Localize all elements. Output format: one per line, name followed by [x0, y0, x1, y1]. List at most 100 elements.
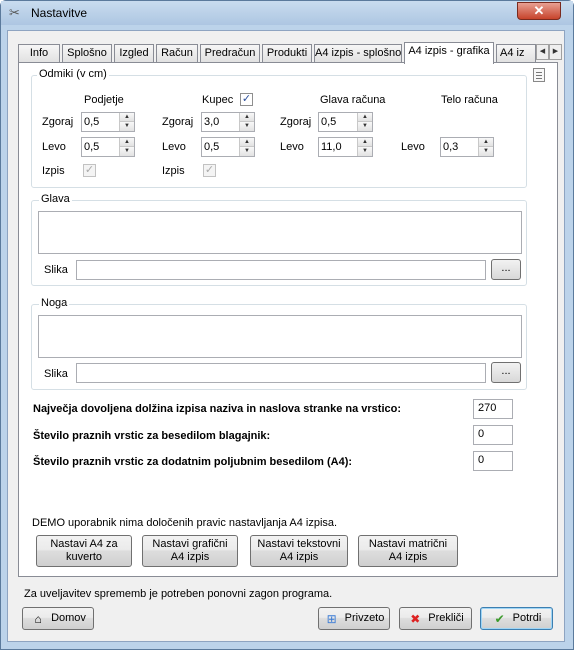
spin-up-icon[interactable]: ▲ — [358, 113, 372, 122]
kupec-izpis-label: Izpis — [162, 165, 185, 177]
demo-notice: DEMO uporabnik nima določenih pravic nas… — [32, 517, 338, 529]
tools-icon: ✂ — [9, 5, 20, 20]
preset-matricni-button[interactable]: Nastavi matrični A4 izpis — [358, 535, 458, 567]
glava-zgoraj-label: Zgoraj — [280, 116, 312, 128]
spin-down-icon[interactable]: ▼ — [240, 122, 254, 131]
glava-levo-spinner[interactable]: ▲▼ — [318, 137, 373, 157]
noga-browse-button[interactable]: ... — [491, 362, 521, 383]
blagajnik-lines-input[interactable]: 0 — [473, 425, 513, 445]
close-button[interactable]: ✕ — [517, 2, 561, 20]
glava-browse-button[interactable]: ... — [491, 259, 521, 280]
podjetje-zgoraj-spinner[interactable]: ▲▼ — [81, 112, 135, 132]
windows-icon: ⊞ — [326, 611, 337, 626]
podjetje-izpis-checkbox[interactable]: ✓ — [83, 164, 96, 177]
preset-kuverto-line1: Nastavi A4 za — [50, 538, 118, 550]
spin-down-icon[interactable]: ▼ — [358, 147, 372, 156]
preset-matricni-line2: A4 izpis — [388, 551, 428, 563]
ok-button[interactable]: ✔ Potrdi — [480, 607, 553, 630]
spin-up-icon[interactable]: ▲ — [120, 113, 134, 122]
noga-group-label: Noga — [39, 297, 70, 309]
spin-up-icon[interactable]: ▲ — [120, 138, 134, 147]
kupec-levo-label: Levo — [162, 141, 186, 153]
preset-tekstovni-line2: A4 izpis — [279, 551, 319, 563]
glava-racuna-header: Glava računa — [320, 94, 386, 106]
glava-levo-input[interactable] — [321, 140, 351, 154]
noga-slika-label: Slika — [44, 368, 68, 380]
preset-tekstovni-line1: Nastavi tekstovni — [257, 538, 341, 550]
spin-up-icon[interactable]: ▲ — [240, 113, 254, 122]
tab-predracun[interactable]: Predračun — [200, 44, 260, 63]
home-button-label: Domov — [51, 612, 86, 624]
kupec-izpis-checkbox[interactable]: ✓ — [203, 164, 216, 177]
tab-a4-grafika[interactable]: A4 izpis - grafika — [404, 42, 494, 64]
podjetje-levo-spinner[interactable]: ▲▼ — [81, 137, 135, 157]
spin-down-icon[interactable]: ▼ — [479, 147, 493, 156]
glava-slika-input[interactable] — [76, 260, 486, 280]
preset-graficni-line2: A4 izpis — [170, 551, 210, 563]
window-title: Nastavitve — [31, 6, 88, 20]
spin-down-icon[interactable]: ▼ — [358, 122, 372, 131]
title-bar[interactable]: ✂ Nastavitve ✕ — [1, 1, 573, 25]
home-button[interactable]: ⌂ Domov — [22, 607, 94, 630]
glava-group-label: Glava — [39, 193, 72, 205]
tab-splosno[interactable]: Splošno — [62, 44, 112, 63]
spin-down-icon[interactable]: ▼ — [120, 147, 134, 156]
podjetje-header: Podjetje — [84, 94, 124, 106]
tab-scroll-left-icon[interactable]: ◀ — [536, 44, 549, 60]
max-length-label: Največja dovoljena dolžina izpisa naziva… — [33, 403, 402, 415]
restart-notice: Za uveljavitev sprememb je potreben pono… — [24, 588, 333, 600]
cancel-button[interactable]: ✖ Prekliči — [399, 607, 472, 630]
max-length-input[interactable]: 270 — [473, 399, 513, 419]
kupec-levo-spinner[interactable]: ▲▼ — [201, 137, 255, 157]
telo-levo-spinner[interactable]: ▲▼ — [440, 137, 494, 157]
preset-kuverto-line2: kuverto — [65, 551, 103, 563]
telo-levo-label: Levo — [401, 141, 425, 153]
glava-zgoraj-spinner[interactable]: ▲▼ — [318, 112, 373, 132]
preset-kuverto-button[interactable]: Nastavi A4 za kuverto — [36, 535, 132, 567]
podjetje-izpis-label: Izpis — [42, 165, 65, 177]
tab-produkti[interactable]: Produkti — [262, 44, 312, 63]
document-icon[interactable] — [533, 68, 545, 82]
preset-tekstovni-button[interactable]: Nastavi tekstovni A4 izpis — [250, 535, 348, 567]
extra-text-lines-input[interactable]: 0 — [473, 451, 513, 471]
preset-graficni-button[interactable]: Nastavi grafični A4 izpis — [142, 535, 238, 567]
tab-scroll: ◀ ▶ — [536, 44, 562, 60]
kupec-header: Kupec — [202, 94, 234, 106]
spin-down-icon[interactable]: ▼ — [240, 147, 254, 156]
noga-slika-input[interactable] — [76, 363, 486, 383]
tab-racun[interactable]: Račun — [156, 44, 198, 63]
tab-info[interactable]: Info — [18, 44, 60, 63]
kupec-checkbox[interactable]: ✓ — [240, 93, 253, 106]
kupec-levo-input[interactable] — [204, 140, 234, 154]
spin-up-icon[interactable]: ▲ — [240, 138, 254, 147]
tab-a4-more[interactable]: A4 iz — [496, 44, 536, 63]
kupec-zgoraj-input[interactable] — [204, 115, 234, 129]
ok-button-label: Potrdi — [512, 612, 542, 624]
spin-up-icon[interactable]: ▲ — [479, 138, 493, 147]
blagajnik-lines-label: Število praznih vrstic za besedilom blag… — [33, 430, 271, 442]
odmiki-group-label: Odmiki (v cm) — [37, 68, 109, 80]
tab-a4-splosno[interactable]: A4 izpis - splošno — [314, 44, 402, 63]
telo-levo-input[interactable] — [443, 140, 473, 154]
podjetje-zgoraj-input[interactable] — [84, 115, 114, 129]
kupec-zgoraj-label: Zgoraj — [162, 116, 194, 128]
noga-text-area[interactable] — [38, 315, 522, 358]
checkmark-icon: ✔ — [494, 611, 505, 626]
preset-graficni-line1: Nastavi grafični — [152, 538, 228, 550]
podjetje-levo-input[interactable] — [84, 140, 114, 154]
cancel-x-icon: ✖ — [410, 611, 421, 626]
home-icon: ⌂ — [34, 611, 42, 626]
tab-scroll-right-icon[interactable]: ▶ — [549, 44, 562, 60]
glava-text-area[interactable] — [38, 211, 522, 254]
spin-up-icon[interactable]: ▲ — [358, 138, 372, 147]
spin-down-icon[interactable]: ▼ — [120, 122, 134, 131]
defaults-button[interactable]: ⊞ Privzeto — [318, 607, 390, 630]
podjetje-zgoraj-label: Zgoraj — [42, 116, 74, 128]
kupec-zgoraj-spinner[interactable]: ▲▼ — [201, 112, 255, 132]
glava-zgoraj-input[interactable] — [321, 115, 351, 129]
glava-levo-label: Levo — [280, 141, 304, 153]
defaults-button-label: Privzeto — [344, 612, 385, 624]
podjetje-levo-label: Levo — [42, 141, 66, 153]
tab-izgled[interactable]: Izgled — [114, 44, 154, 63]
preset-matricni-line1: Nastavi matrični — [368, 538, 448, 550]
